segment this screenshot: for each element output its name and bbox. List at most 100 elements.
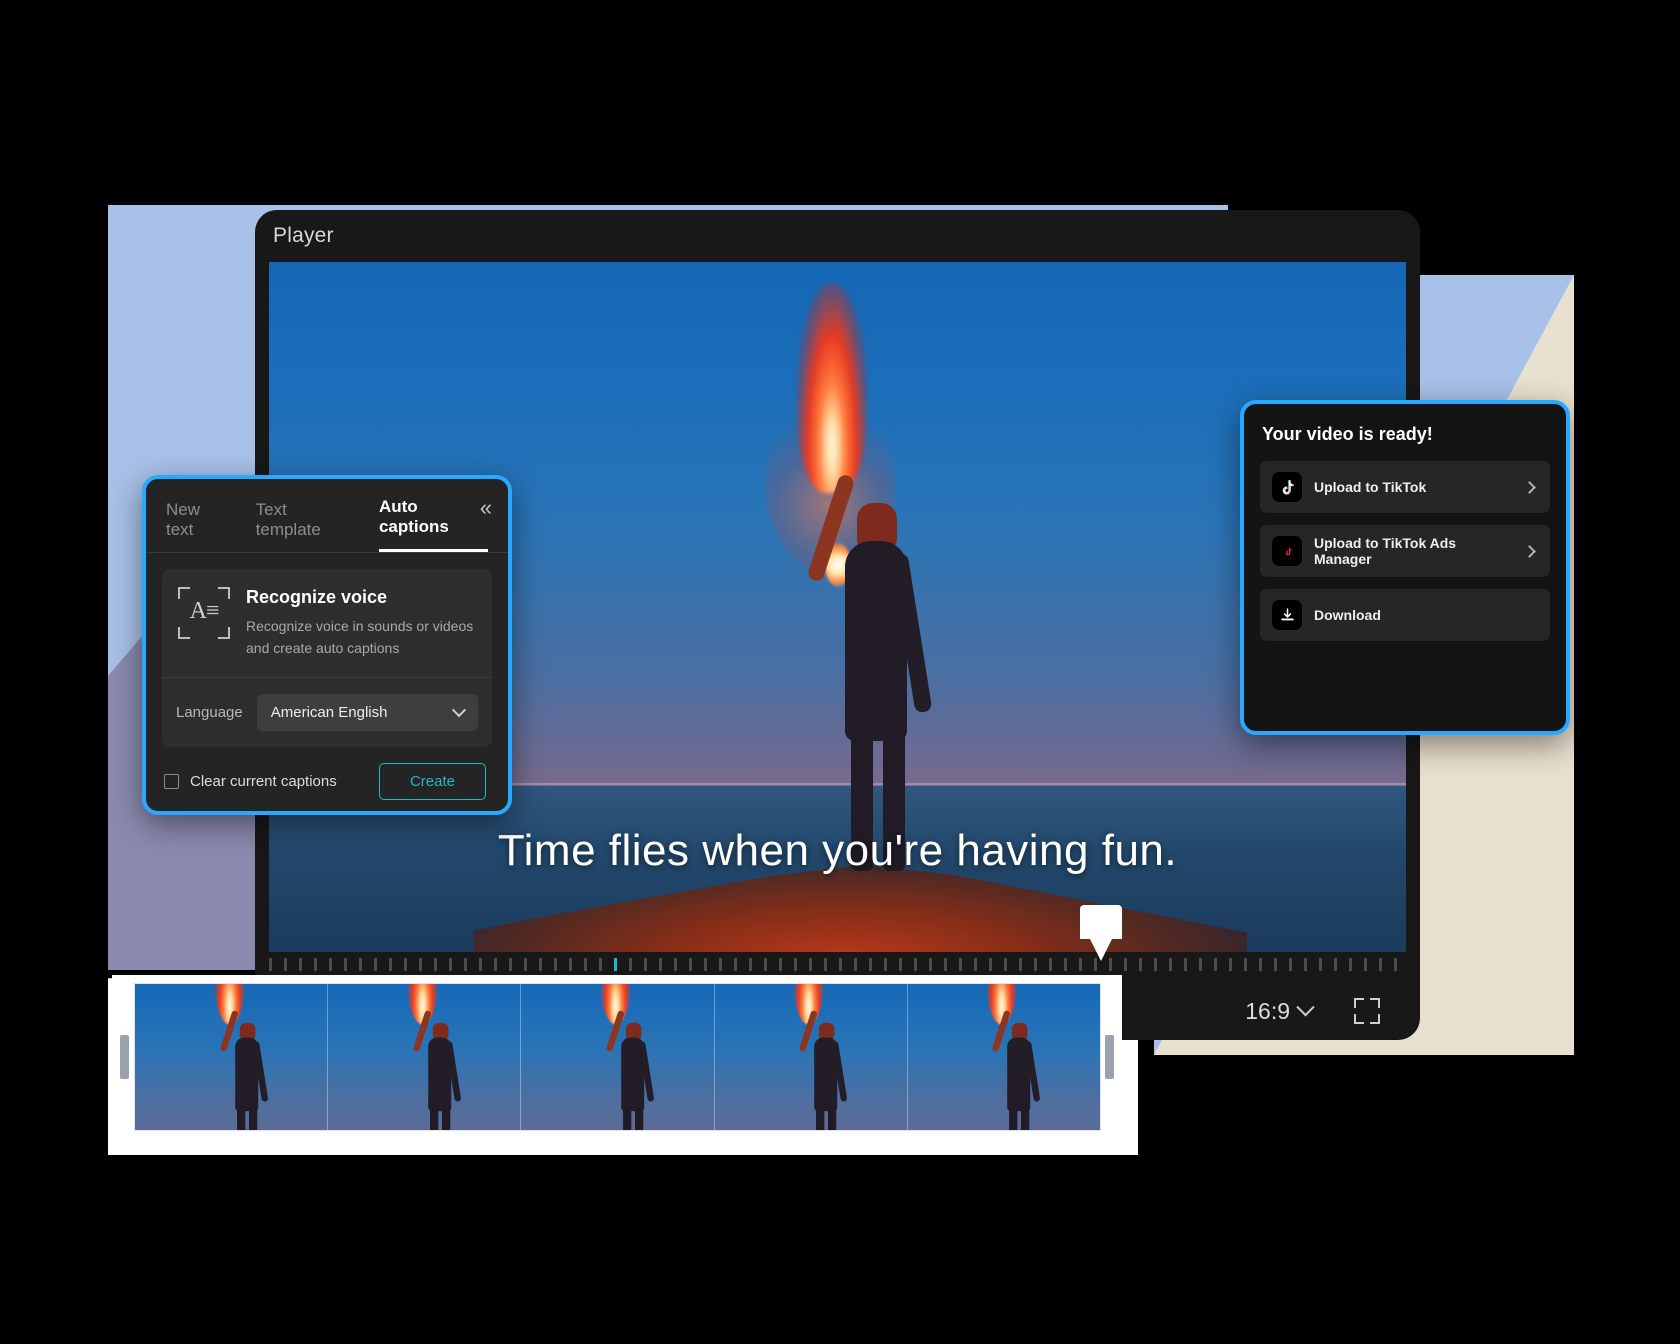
double-chevron-left-icon[interactable]: « [480,497,492,519]
expand-icon[interactable] [1354,998,1380,1024]
ruler-tick [944,958,947,971]
chevron-right-icon [1523,544,1536,558]
ruler-tick [1034,958,1037,971]
ruler-tick [644,958,647,971]
ruler-tick [794,958,797,971]
filmstrip-frame[interactable] [521,984,715,1130]
aspect-ratio-value: 16:9 [1245,997,1290,1024]
captions-actions: Clear current captions Create [146,747,508,801]
ready-action-upload-to-tiktok-ads-manager[interactable]: Upload to TikTok Ads Manager [1260,525,1550,577]
ruler-tick [539,958,542,971]
ruler-tick [1394,958,1397,971]
ruler-tick [764,958,767,971]
clear-captions-label: Clear current captions [190,773,337,791]
ready-action-download[interactable]: Download [1260,589,1550,641]
clear-captions-checkbox[interactable] [164,774,179,790]
ruler-tick [899,958,902,971]
ruler-tick [674,958,677,971]
ruler-tick [1379,958,1382,971]
recognize-voice-card: A≡ Recognize voice Recognize voice in so… [162,569,492,679]
ruler-tick [959,958,962,971]
playhead-head [1080,905,1122,939]
ready-action-label: Upload to TikTok [1314,479,1427,495]
ready-action-label: Upload to TikTok Ads Manager [1314,535,1457,567]
ruler-tick [599,958,602,971]
ruler-tick [1184,958,1187,971]
tiktok-ads-manager-icon [1272,536,1302,566]
download-icon [1272,600,1302,630]
ruler-tick [1334,958,1337,971]
tiktok-ads-manager-icon [1281,546,1293,557]
ruler-tick [659,958,662,971]
language-select[interactable]: American English [256,694,478,732]
language-row: Language American English [162,678,492,748]
tiktok-icon [1272,472,1302,502]
video-caption-text: Time flies when you're having fun. [497,826,1178,875]
ruler-tick [1019,958,1022,971]
ruler-tick [914,958,917,971]
ruler-tick [1004,958,1007,971]
ruler-tick [329,958,332,971]
playhead-tip [1089,937,1113,961]
trim-handle-left[interactable] [120,1035,129,1079]
ruler-tick [704,958,707,971]
language-label: Language [176,704,243,722]
ruler-tick [614,958,617,971]
ruler-tick [374,958,377,971]
ruler-tick [344,958,347,971]
ready-action-upload-to-tiktok[interactable]: Upload to TikTok [1260,461,1550,513]
tab-auto-captions[interactable]: Auto captions [378,497,488,552]
ruler-tick [839,958,842,971]
ruler-tick [809,958,812,971]
ruler-tick [449,958,452,971]
ruler-tick [824,958,827,971]
ruler-tick [1124,958,1127,971]
create-button[interactable]: Create [378,763,486,801]
ruler-tick [869,958,872,971]
ruler-tick [314,958,317,971]
ruler-tick [389,958,392,971]
ruler-tick [1244,958,1247,971]
ruler-tick [974,958,977,971]
filmstrip-frame[interactable] [907,984,1100,1130]
ruler-tick [1229,958,1232,971]
ruler-tick [569,958,572,971]
ruler-tick [734,958,737,971]
ruler-tick [1259,958,1262,971]
clear-captions-checkbox-row[interactable]: Clear current captions [164,773,337,790]
chevron-right-icon [1523,480,1536,494]
video-ready-title: Your video is ready! [1262,424,1433,444]
filmstrip[interactable] [134,983,1101,1131]
filmstrip-frame[interactable] [328,984,522,1130]
ruler-tick [749,958,752,971]
filmstrip-frame[interactable] [135,984,329,1130]
chevron-down-icon [451,702,467,718]
ruler-tick [284,958,287,971]
frame-thumbnail [987,984,1048,1130]
auto-captions-panel: « New text Text template Auto captions A≡ … [142,475,512,815]
ruler-tick [1154,958,1157,971]
filmstrip-frame[interactable] [714,984,908,1130]
ruler-tick [1049,958,1052,971]
playhead-marker[interactable] [1080,905,1122,975]
text-recognition-icon: A≡ [178,587,230,639]
ruler-tick [1349,958,1352,971]
ruler-tick [929,958,932,971]
ruler-tick [494,958,497,971]
tab-text-template[interactable]: Text template [256,500,353,552]
ruler-tick [689,958,692,971]
trim-handle-right[interactable] [1105,1035,1114,1079]
ruler-tick [629,958,632,971]
language-value: American English [270,704,388,722]
tab-new-text[interactable]: New text [166,500,230,552]
ruler-tick [1214,958,1217,971]
ready-action-label: Download [1314,607,1381,623]
ruler-tick [404,958,407,971]
ruler-tick [479,958,482,971]
ruler-tick [299,958,302,971]
frame-thumbnail [214,984,275,1130]
ruler-tick [854,958,857,971]
frame-thumbnail [600,984,661,1130]
aspect-ratio-selector[interactable]: 16:9 [1245,997,1315,1025]
ruler-tick [524,958,527,971]
